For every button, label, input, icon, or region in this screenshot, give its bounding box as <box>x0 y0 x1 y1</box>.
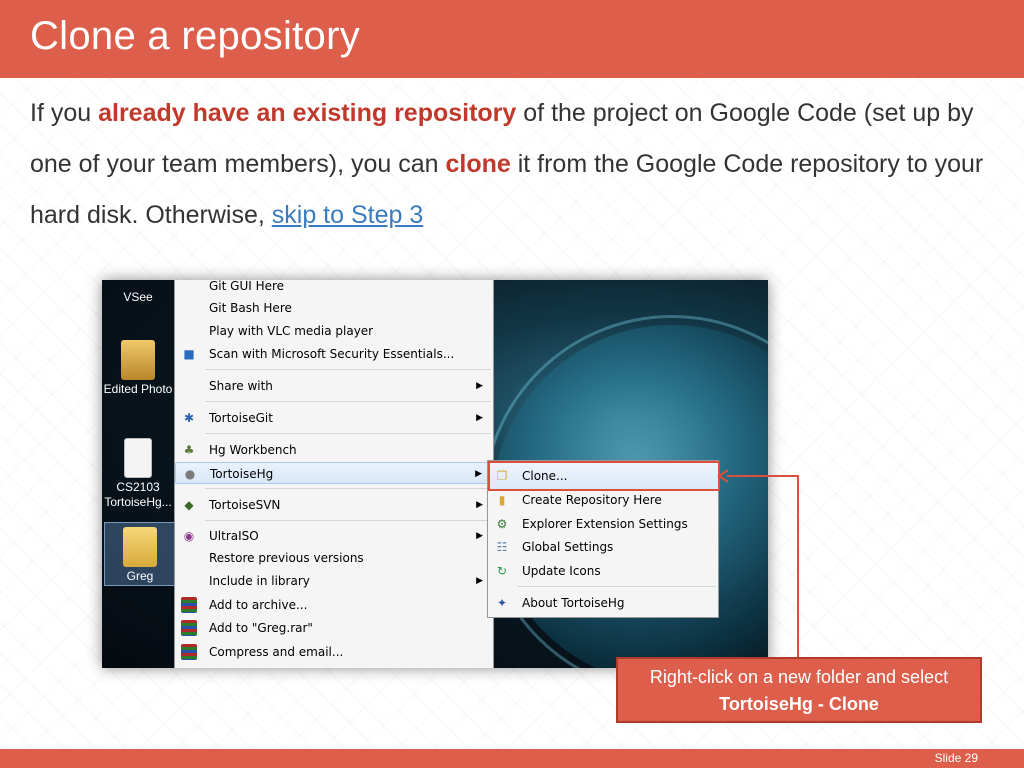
menu-separator <box>518 586 716 587</box>
callout-line-1: Right-click on a new folder and select <box>649 667 949 687</box>
submenu-item-update-icons[interactable]: ↻ Update Icons <box>488 560 718 582</box>
submenu-item-clone[interactable]: ❐ Clone... <box>488 465 718 487</box>
menu-item-vlc[interactable]: Play with VLC media player <box>175 320 493 342</box>
menu-item-label: Play with VLC media player <box>209 324 374 338</box>
submenu-arrow-icon: ▶ <box>476 500 483 510</box>
about-icon: ✦ <box>496 596 508 610</box>
menu-item-label: Add to "Greg.rar" <box>209 621 313 635</box>
menu-item-label: TortoiseSVN <box>209 498 281 512</box>
menu-item-label: Restore previous versions <box>209 551 364 565</box>
menu-item-share-with[interactable]: Share with ▶ <box>175 375 493 397</box>
photo-folder-icon <box>121 340 155 380</box>
menu-item-label: Explorer Extension Settings <box>522 517 688 531</box>
clone-icon: ❐ <box>496 469 508 483</box>
slide-title: Clone a repository <box>30 14 361 58</box>
menu-item-tortoisegit[interactable]: ✱ TortoiseGit ▶ <box>175 407 493 429</box>
callout-bold-text: TortoiseHg - Clone <box>719 694 879 714</box>
slide-body-text: If you already have an existing reposito… <box>30 88 990 241</box>
submenu-arrow-icon: ▶ <box>476 413 483 423</box>
tortoisehg-icon: ● <box>184 467 196 481</box>
menu-item-label: Share with <box>209 379 273 393</box>
global-settings-icon: ☷ <box>496 540 508 554</box>
menu-item-label: Include in library <box>209 574 310 588</box>
menu-separator <box>205 369 491 370</box>
menu-item-add-to-greg-rar[interactable]: Add to "Greg.rar" <box>175 617 493 639</box>
menu-item-ultraiso[interactable]: ◉ UltraISO ▶ <box>175 525 493 547</box>
menu-separator <box>205 401 491 402</box>
refresh-icon: ↻ <box>496 564 508 578</box>
menu-item-label: Global Settings <box>522 540 614 554</box>
menu-item-label: Git Bash Here <box>209 301 292 315</box>
menu-item-label: Add to archive... <box>209 598 308 612</box>
menu-item-label: Compress and email... <box>209 645 344 659</box>
slide-number: Slide 29 <box>934 751 978 765</box>
menu-item-label: Scan with Microsoft Security Essentials.… <box>209 347 455 361</box>
desktop-icon-vsee[interactable]: VSee <box>102 280 174 304</box>
menu-item-restore-previous-versions[interactable]: Restore previous versions <box>175 547 493 569</box>
highlight-clone: clone <box>445 150 511 178</box>
workbench-icon: ♣ <box>183 443 195 457</box>
body-text-part: If you <box>30 99 99 127</box>
highlight-existing-repository: already have an existing repository <box>98 99 517 127</box>
folder-icon <box>123 527 157 567</box>
menu-separator <box>205 433 491 434</box>
footer-bar: Slide 29 <box>0 749 1024 768</box>
disc-icon: ◉ <box>183 529 195 543</box>
menu-item-compress-and-email[interactable]: Compress and email... <box>175 641 493 663</box>
menu-item-label: UltraISO <box>209 529 259 543</box>
menu-item-label: Clone... <box>522 469 568 483</box>
tortoisegit-icon: ✱ <box>183 411 195 425</box>
desktop-icon-edited-photo[interactable]: Edited Photo <box>102 340 174 396</box>
desktop-icon-greg[interactable]: Greg <box>104 522 176 586</box>
submenu-arrow-icon: ▶ <box>476 576 483 586</box>
document-icon <box>124 438 152 478</box>
settings-icon: ⚙ <box>496 517 508 531</box>
menu-item-label: TortoiseGit <box>209 411 273 425</box>
tortoisesvn-icon: ◆ <box>184 498 194 512</box>
menu-item-tortoisehg[interactable]: ● TortoiseHg ▶ <box>175 462 493 484</box>
desktop-icon-label: CS2103 TortoiseHg... <box>104 480 172 509</box>
submenu-arrow-icon: ▶ <box>476 531 483 541</box>
menu-item-hg-workbench[interactable]: ♣ Hg Workbench <box>175 439 493 461</box>
menu-item-label: Git GUI Here <box>209 280 285 293</box>
submenu-item-explorer-extension-settings[interactable]: ⚙ Explorer Extension Settings <box>488 513 718 535</box>
desktop-icon-label: Edited Photo <box>103 382 173 396</box>
menu-item-git-gui[interactable]: Git GUI Here <box>175 280 493 297</box>
title-bar: Clone a repository <box>0 0 1024 78</box>
winrar-icon <box>181 620 197 636</box>
menu-separator <box>205 520 491 521</box>
instruction-callout: Right-click on a new folder and select T… <box>616 657 982 723</box>
create-repo-icon: ▮ <box>498 493 506 507</box>
callout-connector-vertical <box>797 475 799 658</box>
submenu-item-global-settings[interactable]: ☷ Global Settings <box>488 536 718 558</box>
desktop-icon-label: Greg <box>126 569 154 583</box>
menu-item-git-bash[interactable]: Git Bash Here <box>175 297 493 319</box>
menu-item-security-essentials[interactable]: ■ Scan with Microsoft Security Essential… <box>175 343 493 365</box>
callout-arrow-icon <box>717 469 729 483</box>
menu-item-label: TortoiseHg <box>210 467 274 481</box>
context-menu-screenshot: VSee Edited Photo CS2103 TortoiseHg... G… <box>102 280 768 668</box>
menu-item-label: Create Repository Here <box>522 493 662 507</box>
menu-item-add-to-archive[interactable]: Add to archive... <box>175 594 493 616</box>
menu-item-label: Hg Workbench <box>209 443 297 457</box>
context-menu: Git GUI Here Git Bash Here Play with VLC… <box>174 280 494 668</box>
skip-to-step-3-link[interactable]: skip to Step 3 <box>272 201 423 229</box>
menu-item-label: About TortoiseHg <box>522 596 625 610</box>
callout-line-2: TortoiseHg - Clone <box>618 691 980 718</box>
desktop-icon-cs2103[interactable]: CS2103 TortoiseHg... <box>102 438 174 510</box>
menu-separator <box>205 488 491 489</box>
shield-icon: ■ <box>183 347 195 361</box>
menu-item-tortoisesvn[interactable]: ◆ TortoiseSVN ▶ <box>175 494 493 516</box>
callout-connector-horizontal <box>727 475 799 477</box>
menu-item-include-in-library[interactable]: Include in library ▶ <box>175 570 493 592</box>
desktop-icon-label: VSee <box>123 290 153 304</box>
submenu-arrow-icon: ▶ <box>475 469 482 479</box>
winrar-icon <box>181 597 197 613</box>
submenu-item-about-tortoisehg[interactable]: ✦ About TortoiseHg <box>488 592 718 614</box>
winrar-icon <box>181 644 197 660</box>
submenu-arrow-icon: ▶ <box>476 381 483 391</box>
tortoisehg-submenu: ❐ Clone... ▮ Create Repository Here ⚙ Ex… <box>487 460 720 618</box>
menu-item-label: Update Icons <box>522 564 601 578</box>
submenu-item-create-repository[interactable]: ▮ Create Repository Here <box>488 489 718 511</box>
